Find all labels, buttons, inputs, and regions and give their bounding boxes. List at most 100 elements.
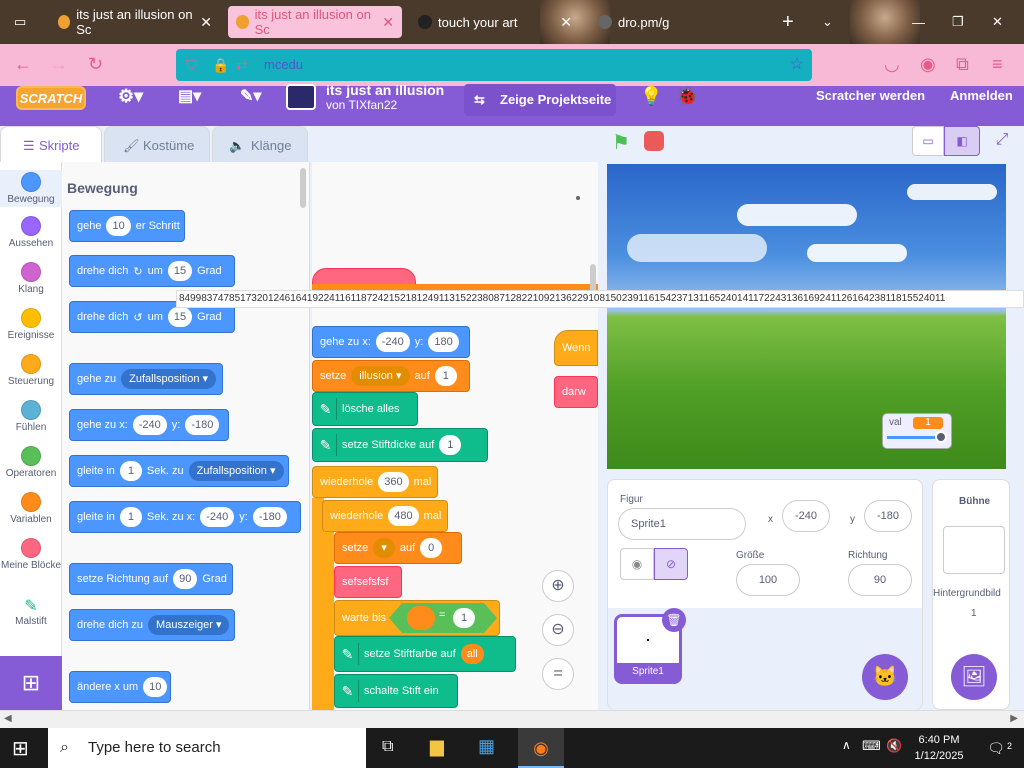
horizontal-scrollbar[interactable]: ◀ ▶ [0,710,1024,728]
category-control[interactable]: Steuerung [0,354,62,387]
variable-monitor[interactable]: val 1 [882,413,952,449]
sprite-x-input[interactable]: -240 [782,500,830,532]
variable-dropdown[interactable]: illusion ▾ [351,366,410,386]
close-icon[interactable]: ✕ [560,14,572,31]
pocket-icon[interactable]: ◡ [884,54,900,75]
stage-thumbnail[interactable] [943,526,1005,574]
forward-icon[interactable]: → [50,54,68,75]
tab-1[interactable]: its just an illusion on Sc ✕ [50,6,220,38]
palette-scrollbar[interactable] [300,168,306,208]
variable-reporter[interactable] [407,606,435,630]
sprite-y-input[interactable]: -180 [864,500,912,532]
script-set-pen-color[interactable]: ✎ setze Stiftfarbe auf all [334,636,516,672]
add-sprite-cat-icon[interactable]: 🐱 [862,654,908,700]
category-events[interactable]: Ereignisse [0,308,62,341]
monitor-slider-thumb[interactable] [935,431,947,443]
script-custom-block[interactable]: sefsefsfsf [334,566,402,598]
close-window-icon[interactable]: ✕ [984,6,1014,38]
url-bar[interactable]: ⛉ 🔒 ⇄ mcedu ☆ [176,49,812,81]
project-title[interactable]: its just an illusion [326,82,444,98]
file-menu-icon[interactable]: ▤▾ [178,86,201,106]
category-sound[interactable]: Klang [0,262,62,295]
debug-bug-icon[interactable]: 🐞 [676,86,698,107]
app-icon[interactable]: ▦ [478,736,495,757]
category-sensing[interactable]: Fühlen [0,400,62,433]
stage-canvas[interactable]: val 1 [607,164,1006,469]
network-icon[interactable]: ⌨ [862,738,881,754]
script-set-variable[interactable]: setze illusion ▾ auf 1 [312,360,470,392]
view-project-page-button[interactable]: ⇆ Zeige Projektseite [464,84,616,116]
script-repeat-inner[interactable]: wiederhole 480 mal [322,500,448,532]
bookmark-star-icon[interactable]: ☆ [790,49,804,81]
steps-input[interactable]: 10 [106,216,131,236]
notifications-icon[interactable]: 🗨 2 [984,736,1012,760]
zoom-in-icon[interactable]: ⊕ [542,570,574,602]
tab-2[interactable]: its just an illusion on Sc ✕ [228,6,402,38]
script-when-hat[interactable]: Wenn [554,330,598,366]
category-my-blocks[interactable]: Meine Blöcke [0,538,62,571]
block-glide[interactable]: gleite in 1 Sek. zu Zufallsposition ▾ [69,455,289,487]
add-backdrop-icon[interactable]: 🖼 [951,654,997,700]
chevron-down-icon[interactable]: ⌄ [814,6,844,38]
small-stage-icon[interactable]: ▭ [912,126,944,156]
tab-costumes[interactable]: 🖌 Kostüme [104,126,210,164]
close-icon[interactable]: ✕ [382,14,394,31]
clock[interactable]: 6:40 PM 1/12/2025 [912,732,966,764]
task-view-icon[interactable]: ⧉ [382,738,393,756]
fullscreen-icon[interactable]: ⤢ [984,126,1020,156]
category-looks[interactable]: Aussehen [0,216,62,249]
reload-icon[interactable]: ↻ [88,54,103,75]
scroll-left-icon[interactable]: ◀ [4,713,12,724]
file-explorer-icon[interactable]: ▆ [430,736,444,757]
new-tab-icon[interactable]: + [774,6,804,38]
scroll-right-icon[interactable]: ▶ [1010,713,1018,724]
script-pen-down[interactable]: ✎ schalte Stift ein [334,674,458,708]
project-author[interactable]: von TIXfan22 [326,98,397,112]
settings-gear-icon[interactable]: ⚙▾ [118,86,143,107]
block-point-direction[interactable]: setze Richtung auf 90 Grad [69,563,233,595]
goto-dropdown[interactable]: Zufallsposition ▾ [121,369,217,389]
restore-icon[interactable]: ❐ [944,6,974,38]
green-flag-icon[interactable]: ⚑ [612,130,630,155]
sign-in-link[interactable]: Anmelden [950,88,1013,103]
tab-4[interactable]: dro.pm/g [590,6,760,38]
firefox-taskbar-icon[interactable]: ◉ [518,728,564,768]
tab-sounds[interactable]: 🔈 Klänge [212,126,308,164]
back-icon[interactable]: ← [14,54,32,75]
zoom-reset-icon[interactable]: = [542,658,574,690]
category-motion[interactable]: Bewegung [0,170,62,207]
join-scratch-link[interactable]: Scratcher werden [816,88,925,103]
volume-icon[interactable]: 🔇 [886,738,902,754]
block-glide-xy[interactable]: gleite in 1 Sek. zu x: -240 y: -180 [69,501,301,533]
normal-stage-icon[interactable]: ◧ [944,126,980,156]
tab-3[interactable]: touch your art ✕ [410,6,580,38]
close-icon[interactable]: ✕ [200,14,212,31]
category-pen[interactable]: ✎ Malstift [0,596,62,627]
extensions-icon[interactable]: ⧉ [956,54,969,75]
block-turn-right[interactable]: drehe dich ↻ um 15 Grad [69,255,235,287]
block-goto[interactable]: gehe zu Zufallsposition ▾ [69,363,223,395]
show-eye-icon[interactable]: ◉ [620,548,654,580]
account-icon[interactable]: ◉ [920,54,936,75]
script-wait-until[interactable]: warte bis = 1 [334,600,500,636]
script-repeat-outer[interactable]: wiederhole 360 mal [312,466,438,498]
tray-chevron-icon[interactable]: ∧ [842,738,851,752]
script-set-variable-2[interactable]: setze ▾ auf 0 [334,532,462,564]
block-move-steps[interactable]: gehe 10 er Schritt [69,210,185,242]
glide-dropdown[interactable]: Zufallsposition ▾ [188,461,284,481]
taskbar-search-box[interactable]: ⌕ Type here to search [48,728,366,768]
edit-menu-icon[interactable]: ✎▾ [240,86,261,106]
category-operators[interactable]: Operatoren [0,446,62,479]
block-point-towards[interactable]: drehe dich zu Mauszeiger ▾ [69,609,235,641]
tab-overview-button[interactable]: ▭ [6,6,46,38]
sprite-direction-input[interactable]: 90 [848,564,912,596]
windows-start-icon[interactable]: ⊞ [12,736,29,761]
zoom-out-icon[interactable]: ⊖ [542,614,574,646]
point-towards-dropdown[interactable]: Mauszeiger ▾ [148,615,230,635]
script-clear[interactable]: ✎ lösche alles [312,392,418,426]
variable-dropdown[interactable]: ▾ [373,538,395,558]
sprite-name-input[interactable]: Sprite1 [618,508,746,540]
add-extension-button[interactable]: ⊞ [0,656,62,710]
tab-code[interactable]: ☰ Skripte [0,126,102,166]
scratch-logo[interactable]: SCRATCH [16,86,86,110]
